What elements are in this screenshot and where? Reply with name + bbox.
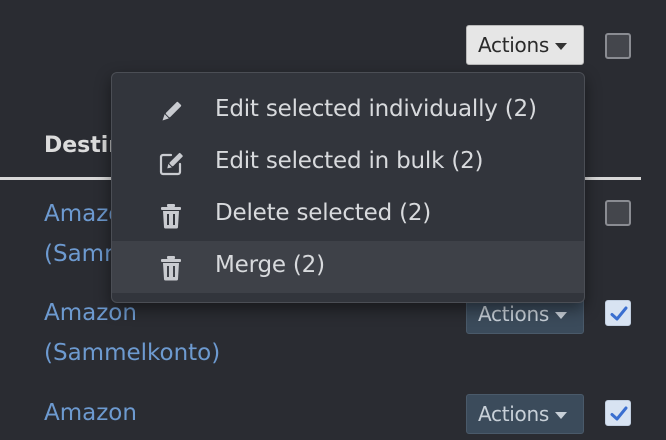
- edit-square-icon: [159, 152, 183, 176]
- row-3-checkbox[interactable]: [605, 400, 631, 426]
- trash-icon: [161, 256, 181, 281]
- row-2-name-line2: (Sammelkonto): [44, 340, 221, 366]
- chevron-down-icon: [554, 311, 567, 319]
- menu-item-edit-bulk[interactable]: Edit selected in bulk (2): [112, 137, 584, 189]
- row-2-destination-link[interactable]: Amazon (Sammelkonto): [44, 293, 220, 373]
- row-3-actions-button[interactable]: Actions: [466, 394, 584, 434]
- row-1-checkbox[interactable]: [605, 200, 631, 226]
- row-2-actions-label: Actions: [478, 302, 549, 326]
- actions-dropdown-menu: Edit selected individually (2) Edit sele…: [111, 72, 585, 303]
- menu-item-label: Merge (2): [215, 252, 325, 278]
- menu-item-merge[interactable]: Merge (2): [112, 241, 584, 293]
- bulk-actions-label: Actions: [478, 33, 549, 57]
- menu-item-edit-individually[interactable]: Edit selected individually (2): [112, 85, 584, 137]
- menu-item-delete-selected[interactable]: Delete selected (2): [112, 189, 584, 241]
- pencil-icon: [162, 101, 182, 121]
- bulk-actions-button[interactable]: Actions: [466, 25, 584, 65]
- select-all-checkbox[interactable]: [605, 33, 631, 59]
- row-3-actions-label: Actions: [478, 402, 549, 426]
- menu-item-label: Edit selected in bulk (2): [215, 148, 484, 174]
- trash-icon: [161, 204, 181, 229]
- checkmark-icon: [610, 406, 628, 421]
- row-3-name-line1: Amazon: [44, 400, 137, 426]
- chevron-down-icon: [554, 42, 567, 50]
- menu-item-label: Delete selected (2): [215, 200, 432, 226]
- chevron-down-icon: [554, 411, 567, 419]
- checkmark-icon: [610, 306, 628, 321]
- menu-item-label: Edit selected individually (2): [215, 96, 537, 122]
- row-3-destination-link[interactable]: Amazon: [44, 393, 137, 433]
- page: Actions Destin Amazon (Sammelkonto) Amaz…: [0, 0, 666, 440]
- row-2-checkbox[interactable]: [605, 300, 631, 326]
